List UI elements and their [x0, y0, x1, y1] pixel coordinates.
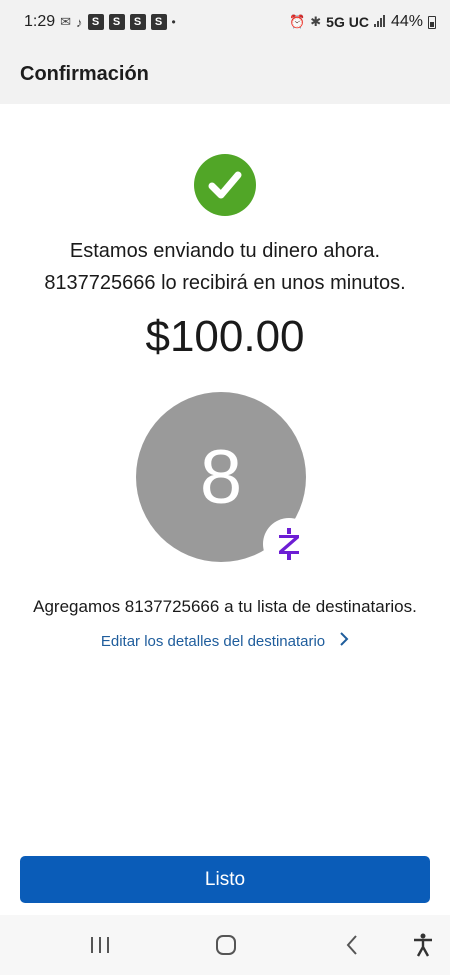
- message-line-1: Estamos enviando tu dinero ahora.: [69, 240, 381, 262]
- status-time: 1:29: [24, 13, 56, 30]
- notification-s-icon: S: [87, 14, 104, 30]
- gmail-icon: ✉: [60, 14, 72, 29]
- amount: $100.00: [145, 312, 305, 361]
- page-title: Confirmación: [20, 62, 149, 85]
- tiktok-icon: ♪: [76, 14, 83, 30]
- done-button[interactable]: Listo: [20, 856, 430, 903]
- alarm-icon: ⏰: [289, 14, 306, 29]
- avatar-initial: 8: [199, 434, 243, 520]
- edit-recipient-link[interactable]: Editar los detalles del destinatario: [0, 632, 450, 650]
- battery-icon: [428, 15, 436, 29]
- check-icon: [194, 154, 256, 216]
- accessibility-icon[interactable]: [408, 931, 438, 959]
- notification-s-icon: S: [150, 14, 167, 30]
- bluetooth-icon: ✱: [310, 14, 322, 29]
- network-label: 5G UC: [326, 14, 369, 30]
- back-icon[interactable]: [337, 931, 367, 959]
- message-line-2: 8137725666 lo recibirá en unos minutos.: [44, 272, 406, 294]
- edit-recipient-label: Editar los detalles del destinatario: [100, 632, 326, 650]
- signal-icon: [373, 14, 386, 30]
- home-icon[interactable]: [211, 931, 241, 959]
- chevron-right-icon: [339, 632, 349, 650]
- added-to-recipients-text: Agregamos 8137725666 a tu lista de desti…: [33, 597, 417, 616]
- confirmation-message: Estamos enviando tu dinero ahora. 813772…: [0, 235, 450, 299]
- zelle-logo-icon: [263, 518, 315, 570]
- battery-percent: 44%: [390, 13, 423, 30]
- notification-s-icon: S: [129, 14, 146, 30]
- page-header: Confirmación: [0, 44, 450, 104]
- recents-icon[interactable]: [85, 931, 115, 959]
- more-notifications-icon: •: [171, 15, 176, 29]
- status-left: 1:29 ✉ ♪ S S S S •: [24, 13, 176, 31]
- status-bar: 1:29 ✉ ♪ S S S S • ⏰ ✱ 5G UC 44%: [0, 0, 450, 44]
- system-nav-bar: [0, 915, 450, 975]
- status-right: ⏰ ✱ 5G UC 44%: [289, 13, 436, 31]
- notification-s-icon: S: [108, 14, 125, 30]
